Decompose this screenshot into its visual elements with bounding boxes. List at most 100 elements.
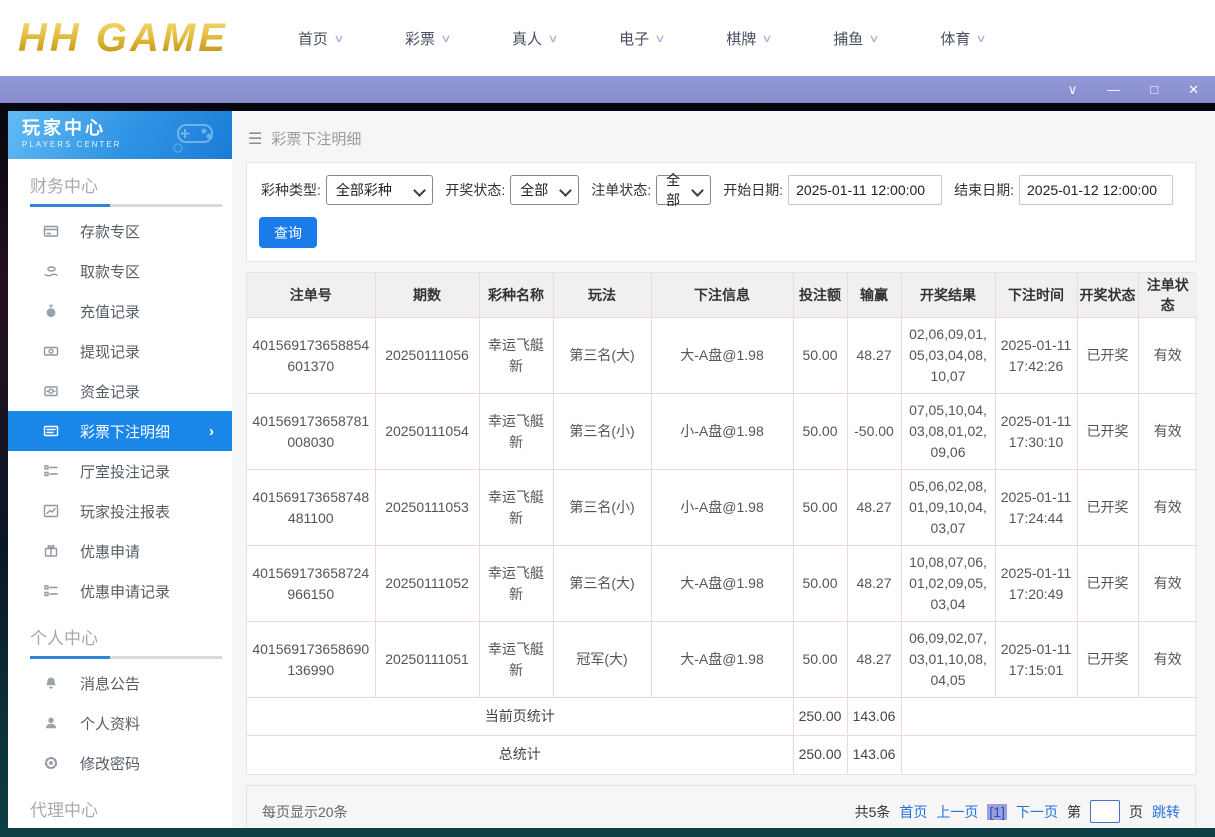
user-icon [42, 715, 60, 731]
sidebar-item-promo-apply-record[interactable]: 优惠申请记录 [8, 571, 232, 611]
close-button[interactable]: ✕ [1188, 83, 1199, 96]
nav-label: 体育 [940, 30, 971, 48]
start-date-input[interactable] [788, 175, 943, 205]
cell-bet-amount: 50.00 [792, 621, 848, 698]
page-number-input[interactable] [1090, 800, 1120, 823]
table-row: 401569173658690136990 20250111051 幸运飞艇新 … [246, 621, 1198, 698]
nav-item-live[interactable]: 真人 ∨ [512, 28, 559, 49]
cell-lottery-name: 幸运飞艇新 [478, 317, 554, 394]
cell-play: 第三名(小) [552, 393, 652, 470]
chevron-down-icon: ∨ [868, 32, 880, 45]
page-suffix-text: 页 [1129, 803, 1143, 820]
cell-bet-info: 小-A盘@1.98 [650, 469, 794, 546]
summary-label: 当前页统计 [246, 697, 794, 736]
sidebar-item-messages[interactable]: 消息公告 [8, 663, 232, 703]
sidebar-item-withdrawal-record[interactable]: 提现记录 [8, 331, 232, 371]
sidebar-item-promo-apply[interactable]: 优惠申请 [8, 531, 232, 571]
cell-issue: 20250111052 [374, 545, 480, 622]
total-count-text: 共5条 [854, 803, 891, 820]
sidebar-item-change-password[interactable]: 修改密码 [8, 743, 232, 783]
cell-draw-result: 10,08,07,06,01,02,09,05,03,04 [900, 545, 996, 622]
draw-status-label: 开奖状态: [445, 182, 506, 198]
cell-order-no: 401569173658748481100 [246, 469, 376, 546]
nav-item-fishing[interactable]: 捕鱼 ∨ [833, 28, 880, 49]
lottery-type-label: 彩种类型: [261, 182, 321, 198]
nav-item-board-games[interactable]: 棋牌 ∨ [726, 28, 773, 49]
sidebar-item-funds-record[interactable]: 资金记录 [8, 371, 232, 411]
cell-winloss: -50.00 [846, 393, 902, 470]
section-title-agent: 代理中心 [30, 801, 98, 820]
cell-play: 第三名(大) [552, 317, 652, 394]
sidebar-item-label: 玩家投注报表 [80, 503, 171, 521]
sidebar-item-profile[interactable]: 个人资料 [8, 703, 232, 743]
order-status-select[interactable]: 全部 [656, 172, 712, 208]
cell-draw-result: 02,06,09,01,05,03,04,08,10,07 [900, 317, 996, 394]
list-card-icon [42, 423, 60, 439]
cell-bet-info: 大-A盘@1.98 [650, 545, 794, 622]
first-page-link[interactable]: 首页 [899, 802, 927, 822]
section-title-personal: 个人中心 [30, 629, 98, 648]
end-date-input[interactable] [1019, 175, 1173, 205]
minimize-button[interactable]: — [1107, 83, 1120, 96]
sidebar-item-label: 优惠申请 [80, 543, 141, 561]
cell-draw-status: 已开奖 [1076, 469, 1139, 546]
cell-lottery-name: 幸运飞艇新 [478, 621, 554, 698]
table-row: 401569173658781008030 20250111054 幸运飞艇新 … [246, 393, 1198, 470]
page-prefix-text: 第 [1067, 803, 1081, 820]
sidebar-item-withdraw[interactable]: 取款专区 [8, 251, 232, 291]
end-date-label: 结束日期: [954, 182, 1014, 198]
cell-lottery-name: 幸运飞艇新 [478, 393, 554, 470]
sidebar-item-deposit[interactable]: 存款专区 [8, 211, 232, 251]
sidebar-item-player-bet-report[interactable]: 玩家投注报表 [8, 491, 232, 531]
cell-draw-status: 已开奖 [1076, 621, 1139, 698]
draw-status-select[interactable]: 全部 [510, 175, 580, 205]
sidebar-item-hall-bet-record[interactable]: 厅室投注记录 [8, 451, 232, 491]
cell-order-no: 401569173658854601370 [246, 317, 376, 394]
col-header-order-no: 注单号 [246, 272, 376, 318]
window-frame: 玩家中心 PLAYERS CENTER 财务中心 存款专区 取款专区 充值记录 [0, 103, 1215, 837]
chevron-down-icon: ∨ [654, 32, 666, 45]
cell-bet-time: 2025-01-11 17:15:01 [994, 621, 1078, 698]
sidebar-item-label: 优惠申请记录 [80, 583, 171, 601]
col-header-order-status: 注单状态 [1137, 272, 1198, 318]
nav-item-electronic[interactable]: 电子 ∨ [619, 28, 666, 49]
chevron-down-icon: ∨ [975, 32, 988, 45]
sidebar-item-lottery-bet-detail[interactable]: 彩票下注明细 › [8, 411, 232, 451]
hamburger-icon[interactable]: ☰ [248, 129, 262, 149]
order-status-label: 注单状态: [591, 182, 652, 198]
cell-order-no: 401569173658724966150 [246, 545, 376, 622]
cell-order-status: 有效 [1137, 545, 1198, 622]
window-menu-chevron-icon[interactable]: ∨ [1068, 83, 1078, 96]
sidebar-item-recharge-record[interactable]: 充值记录 [8, 291, 232, 331]
sidebar-item-label: 取款专区 [80, 263, 141, 281]
bet-detail-table: 注单号 期数 彩种名称 玩法 下注信息 投注额 输赢 开奖结果 下注时间 开奖状… [246, 272, 1198, 774]
search-button[interactable]: 查询 [259, 217, 317, 248]
summary-bet-total: 250.00 [792, 697, 848, 736]
cell-issue: 20250111053 [374, 469, 480, 546]
col-header-bet-amount: 投注额 [792, 272, 848, 318]
sidebar-item-label: 厅室投注记录 [80, 463, 171, 481]
cell-play: 第三名(大) [552, 545, 652, 622]
lottery-type-select[interactable]: 全部彩种 [325, 175, 434, 205]
nav-item-lottery[interactable]: 彩票 ∨ [404, 28, 452, 49]
jump-link[interactable]: 跳转 [1152, 802, 1180, 822]
cell-order-no: 401569173658781008030 [246, 393, 376, 470]
current-page-indicator: [1] [987, 803, 1007, 820]
table-header-row: 注单号 期数 彩种名称 玩法 下注信息 投注额 输赢 开奖结果 下注时间 开奖状… [246, 272, 1198, 318]
maximize-button[interactable]: □ [1150, 83, 1158, 96]
chevron-right-icon: › [209, 422, 214, 440]
gamepad-icon [173, 124, 213, 153]
cell-bet-amount: 50.00 [792, 469, 848, 546]
nav-item-home[interactable]: 首页 ∨ [298, 28, 345, 49]
page-title: 彩票下注明细 [271, 131, 362, 148]
cell-lottery-name: 幸运飞艇新 [478, 545, 554, 622]
next-page-link[interactable]: 下一页 [1016, 802, 1058, 822]
nav-label: 彩票 [404, 30, 435, 48]
nav-item-sports[interactable]: 体育 ∨ [940, 28, 988, 49]
coin-record-icon [42, 383, 60, 399]
col-header-lottery-name: 彩种名称 [478, 272, 554, 318]
prev-page-link[interactable]: 上一页 [936, 802, 978, 822]
nav-label: 真人 [512, 30, 543, 48]
logo: HH GAME [18, 16, 238, 61]
cell-bet-time: 2025-01-11 17:42:26 [994, 317, 1078, 394]
